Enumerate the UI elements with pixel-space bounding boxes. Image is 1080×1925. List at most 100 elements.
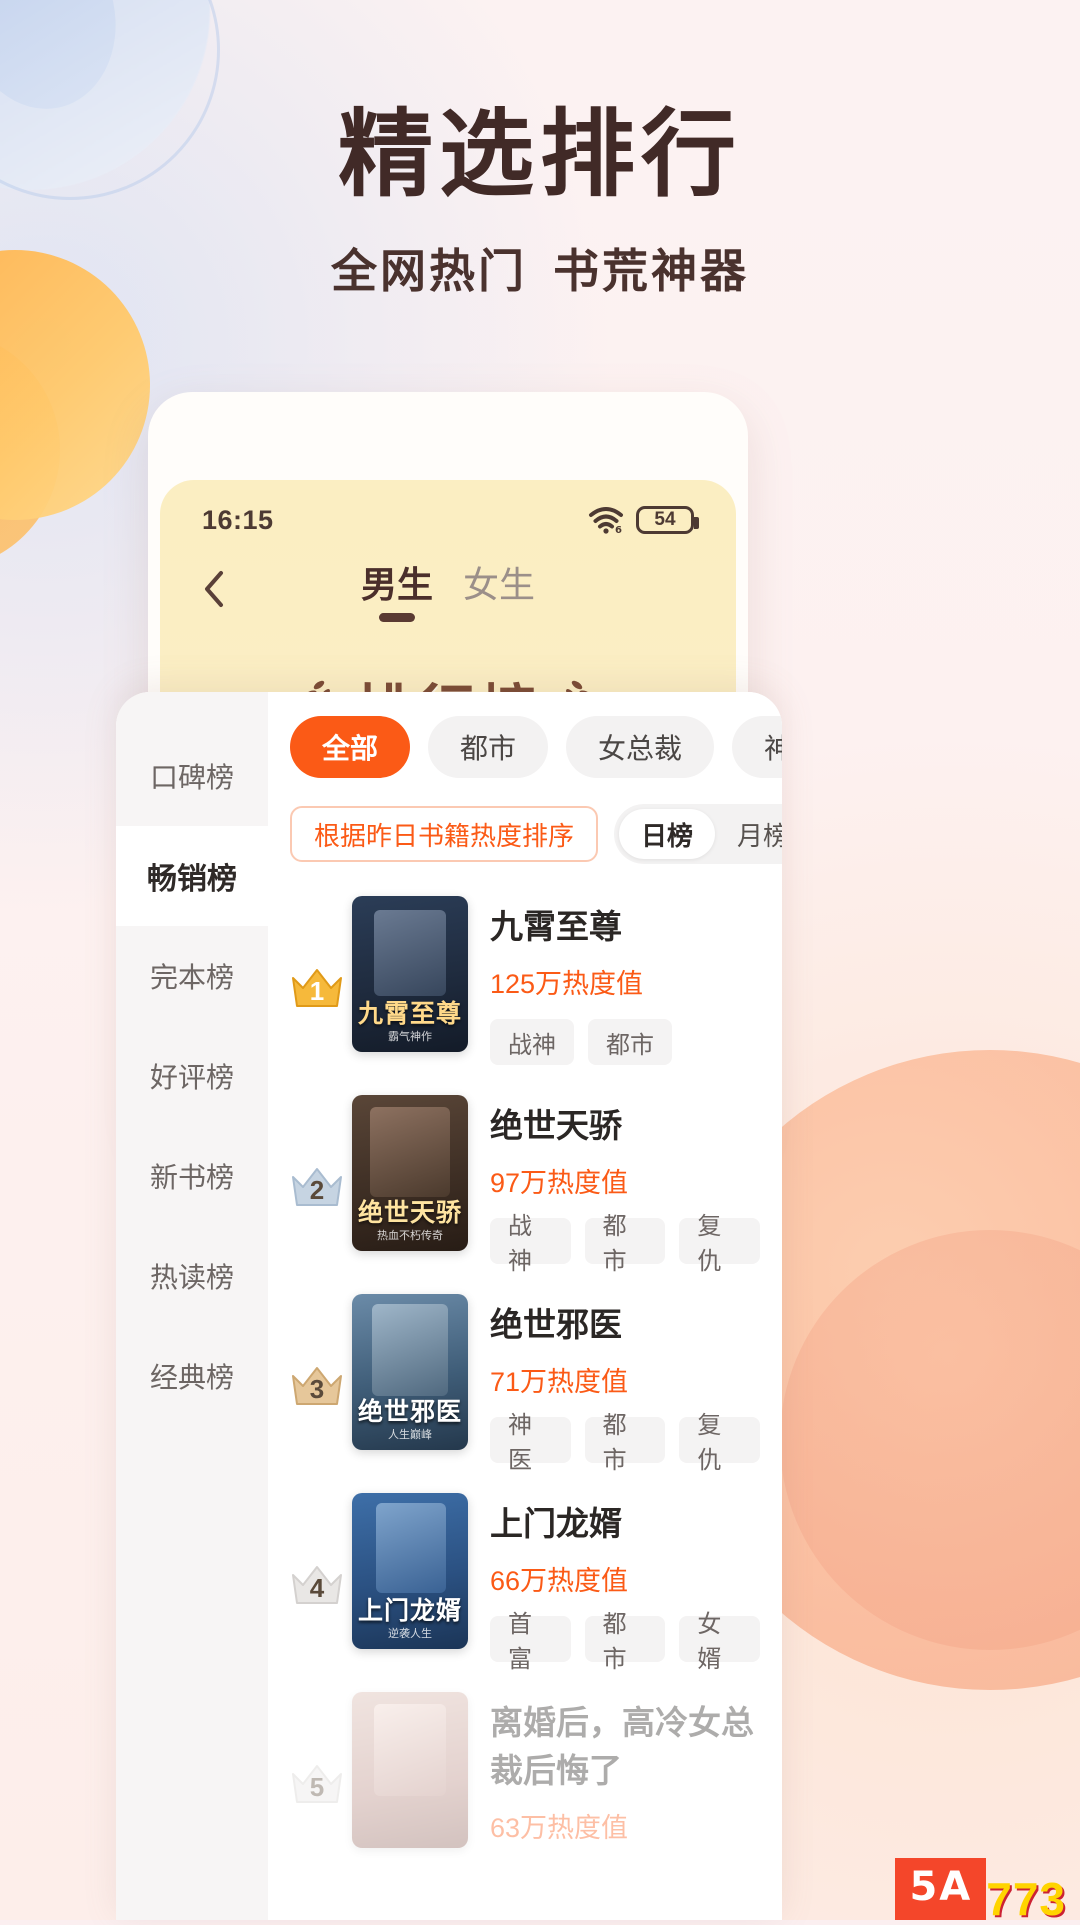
rank-number: 2 (309, 1175, 325, 1205)
book-list-item[interactable]: 4 上门龙婿 逆袭人生 上门龙婿 66万热度值 首富 都市 女婿 (268, 1475, 782, 1674)
book-cover[interactable]: 上门龙婿 逆袭人生 (352, 1493, 468, 1649)
rank-badge: 1 (282, 896, 352, 1012)
promo-header: 精选排行 全网热门 书荒神器 (0, 104, 1080, 301)
book-heat: 97万热度值 (490, 1168, 629, 1198)
battery-level: 54 (654, 509, 676, 530)
book-title: 绝世邪医 (490, 1306, 622, 1343)
book-list: 1 九霄至尊 霸气神作 九霄至尊 125万热度值 战神 都市 2 绝世天骄 热血… (268, 864, 782, 1860)
book-cover[interactable] (352, 1692, 468, 1848)
page-title: 精选排行 (337, 102, 742, 208)
rail-item-xinshu[interactable]: 新书榜 (116, 1126, 268, 1226)
watermark: 5A 773 (895, 1858, 1066, 1925)
book-tag: 首富 (490, 1611, 571, 1673)
rail-item-wanben[interactable]: 完本榜 (116, 926, 268, 1026)
book-meta: 绝世邪医 71万热度值 神医 都市 复仇 (468, 1294, 761, 1474)
subtitle-right: 书荒神器 (553, 244, 749, 297)
crown-gold-icon: 1 (289, 962, 345, 1012)
ranking-category-rail: 口碑榜 畅销榜 完本榜 好评榜 新书榜 热读榜 经典榜 (116, 692, 268, 1920)
book-tag: 战神 (490, 1213, 571, 1275)
book-heat: 63万热度值 (490, 1813, 629, 1843)
tab-male[interactable]: 男生 (361, 556, 433, 622)
book-cover-subtitle: 热血不朽传奇 (377, 1230, 443, 1242)
rank-badge: 5 (282, 1692, 352, 1808)
book-cover-title: 绝世天骄 (357, 1199, 462, 1227)
page-subtitle: 全网热门 书荒神器 (0, 235, 1080, 301)
book-tag: 都市 (584, 1412, 666, 1474)
chevron-left-icon[interactable] (194, 569, 234, 609)
book-tag: 复仇 (679, 1213, 761, 1275)
book-heat: 66万热度值 (490, 1566, 629, 1596)
chip-ceo[interactable]: 女总裁 (566, 716, 715, 778)
book-tags: 战神 都市 (490, 1019, 760, 1065)
rank-badge: 4 (282, 1493, 352, 1609)
rank-number: 1 (309, 976, 325, 1006)
segment-monthly[interactable]: 月榜 (715, 809, 782, 859)
book-tag: 战神 (490, 1019, 574, 1065)
book-tags: 战神 都市 复仇 (490, 1213, 761, 1275)
book-cover[interactable]: 绝世天骄 热血不朽传奇 (352, 1095, 468, 1251)
tab-female[interactable]: 女生 (463, 556, 535, 622)
rail-item-changxiao[interactable]: 畅销榜 (116, 826, 268, 926)
book-title: 绝世天骄 (490, 1107, 622, 1144)
crown-silver-icon: 2 (289, 1161, 345, 1211)
rail-item-haoping[interactable]: 好评榜 (116, 1026, 268, 1126)
book-cover-title: 绝世邪医 (357, 1398, 462, 1426)
book-cover-title: 九霄至尊 (357, 1000, 462, 1028)
watermark-number: 773 (986, 1872, 1066, 1925)
book-tag: 神医 (490, 1412, 571, 1474)
period-segmented-control[interactable]: 日榜 月榜 (614, 804, 782, 864)
book-cover-subtitle: 霸气神作 (388, 1031, 432, 1043)
ranking-panel: 口碑榜 畅销榜 完本榜 好评榜 新书榜 热读榜 经典榜 全部 都市 女总裁 神医… (116, 692, 782, 1920)
rail-item-redu[interactable]: 热读榜 (116, 1226, 268, 1326)
crown-plain-icon: 5 (289, 1758, 345, 1808)
subtitle-left: 全网热门 (331, 244, 527, 297)
book-tag: 都市 (588, 1019, 672, 1065)
chip-doctor[interactable]: 神医 (732, 716, 782, 778)
book-list-item[interactable]: 3 绝世邪医 人生巅峰 绝世邪医 71万热度值 神医 都市 复仇 (268, 1276, 782, 1475)
book-meta: 绝世天骄 97万热度值 战神 都市 复仇 (468, 1095, 761, 1275)
book-cover[interactable]: 绝世邪医 人生巅峰 (352, 1294, 468, 1450)
book-heat: 71万热度值 (490, 1367, 629, 1397)
book-tags: 神医 都市 复仇 (490, 1412, 761, 1474)
book-title: 离婚后，高冷女总裁后悔了 (490, 1704, 754, 1789)
book-cover-subtitle: 人生巅峰 (388, 1429, 432, 1441)
book-title: 九霄至尊 (490, 908, 622, 945)
rail-item-koubei[interactable]: 口碑榜 (116, 726, 268, 826)
book-meta: 九霄至尊 125万热度值 战神 都市 (468, 896, 760, 1065)
sort-row: 根据昨日书籍热度排序 日榜 月榜 (268, 778, 782, 864)
segment-daily[interactable]: 日榜 (619, 809, 716, 859)
status-time: 16:15 (202, 504, 274, 535)
book-meta: 上门龙婿 66万热度值 首富 都市 女婿 (468, 1493, 761, 1673)
book-cover[interactable]: 九霄至尊 霸气神作 (352, 896, 468, 1052)
watermark-brand: 5A (895, 1858, 987, 1920)
book-tag: 女婿 (679, 1611, 761, 1673)
chip-urban[interactable]: 都市 (428, 716, 549, 778)
book-list-item[interactable]: 2 绝世天骄 热血不朽传奇 绝世天骄 97万热度值 战神 都市 复仇 (268, 1077, 782, 1276)
status-indicators: 6 54 (588, 506, 699, 534)
book-tags: 首富 都市 女婿 (490, 1611, 761, 1673)
rank-number: 5 (309, 1772, 325, 1802)
ranking-content: 全部 都市 女总裁 神医 根据昨日书籍热度排序 日榜 月榜 (268, 692, 782, 1920)
rail-item-jingdian[interactable]: 经典榜 (116, 1326, 268, 1426)
chip-all[interactable]: 全部 (290, 716, 411, 778)
book-tag: 都市 (584, 1611, 666, 1673)
book-tag: 复仇 (679, 1412, 761, 1474)
crown-bronze-icon: 3 (289, 1360, 345, 1410)
book-list-item[interactable]: 5 离婚后，高冷女总裁后悔了 63万热度值 (268, 1674, 782, 1860)
gender-tabs: 男生 女生 (361, 556, 535, 622)
battery-icon: 54 (636, 506, 699, 534)
book-cover-subtitle: 逆袭人生 (388, 1628, 432, 1640)
genre-chip-row[interactable]: 全部 都市 女总裁 神医 (268, 692, 782, 778)
rank-badge: 2 (282, 1095, 352, 1211)
book-title: 上门龙婿 (490, 1505, 622, 1542)
status-bar: 16:15 6 54 (160, 496, 736, 544)
book-tag: 都市 (584, 1213, 666, 1275)
phone-nav-bar: 男生 女生 (160, 552, 736, 626)
crown-plain-icon: 4 (289, 1559, 345, 1609)
wifi-icon: 6 (588, 506, 624, 534)
book-heat: 125万热度值 (490, 969, 644, 999)
rank-number: 4 (309, 1573, 325, 1603)
book-list-item[interactable]: 1 九霄至尊 霸气神作 九霄至尊 125万热度值 战神 都市 (268, 878, 782, 1077)
rank-badge: 3 (282, 1294, 352, 1410)
svg-text:6: 6 (615, 525, 622, 534)
